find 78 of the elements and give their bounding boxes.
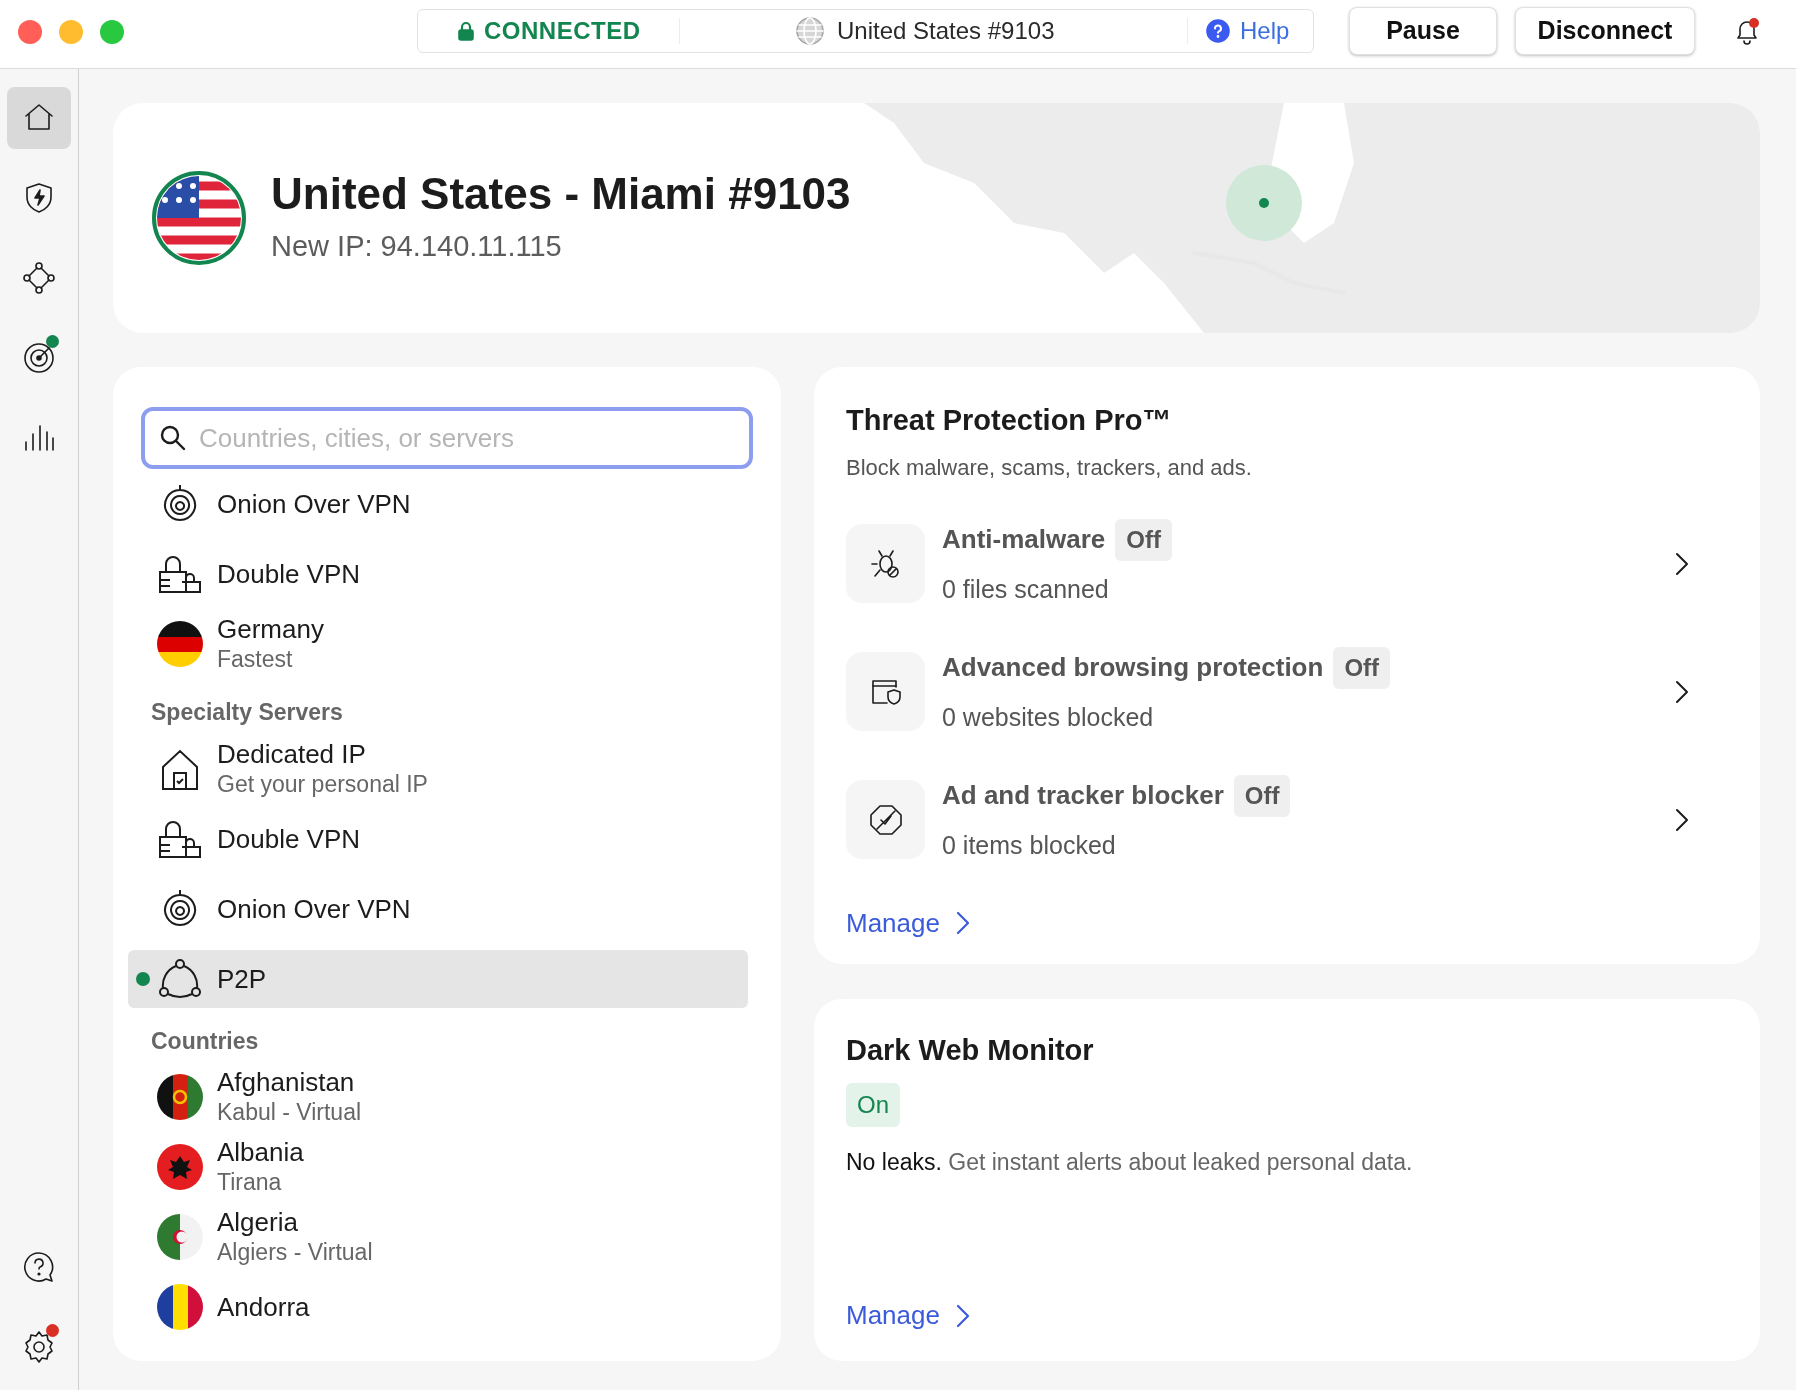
home-nav-button[interactable] — [7, 87, 71, 149]
card-title: Dark Web Monitor — [846, 1033, 1095, 1068]
chevron-right-icon — [955, 1303, 970, 1328]
server-list-item[interactable]: Onion Over VPN — [128, 873, 766, 944]
server-name: Onion Over VPN — [217, 893, 411, 924]
server-name: Andorra — [217, 1292, 310, 1322]
ip-address: New IP: 94.140.11.115 — [271, 229, 563, 265]
section-header: Countries — [150, 1026, 260, 1056]
feature-name: Advanced browsing protection — [942, 651, 1324, 685]
server-list-item[interactable]: Algeria Algiers - Virtual — [128, 1202, 766, 1272]
server-list-item[interactable]: P2P — [128, 949, 748, 1008]
server-name: Double VPN — [217, 823, 361, 854]
status-badge: Off — [1333, 646, 1391, 689]
albania-flag-icon — [157, 1144, 203, 1190]
search-icon — [159, 424, 187, 452]
server-detail: Algiers - Virtual — [217, 1238, 373, 1267]
server-title: United States - Miami #9103 — [271, 168, 851, 221]
germany-flag-icon — [157, 621, 203, 667]
status-badge: Off — [1115, 518, 1172, 561]
server-detail: Tirana — [217, 1168, 283, 1197]
feature-row[interactable]: Anti-malware Off 0 files scanned — [846, 499, 1728, 628]
server-name: Germany — [217, 614, 324, 644]
peer-nodes-icon — [158, 957, 202, 1000]
feature-detail: 0 websites blocked — [942, 701, 1155, 733]
server-name: Afghanistan — [217, 1067, 356, 1097]
andorra-flag-icon — [157, 1284, 203, 1330]
card-subtitle: Block malware, scams, trackers, and ads. — [846, 453, 1253, 482]
status-badge: Off — [1233, 774, 1291, 817]
server-list-item[interactable]: Albania Tirana — [128, 1132, 766, 1202]
server-name: Double VPN — [217, 559, 361, 589]
server-name: United States #9103 — [837, 16, 1055, 46]
feature-row[interactable]: Advanced browsing protection Off 0 websites blocked — [846, 627, 1728, 756]
server-list-item[interactable]: Dedicated IP Get your personal IP — [128, 733, 766, 804]
server-name: Algeria — [217, 1207, 299, 1237]
server-name: Dedicated IP — [217, 738, 367, 769]
padlocks-icon — [158, 554, 202, 594]
chevron-right-icon — [955, 911, 970, 935]
globe-icon — [795, 16, 825, 46]
server-list-item[interactable]: Double VPN — [128, 803, 766, 874]
feature-name: Anti-malware — [942, 523, 1106, 557]
close-button[interactable] — [18, 20, 42, 44]
server-name: P2P — [217, 963, 267, 994]
server-list-item[interactable]: Double VPN — [128, 539, 766, 609]
disconnect-button[interactable]: Disconnect — [1515, 7, 1695, 55]
server-list-item[interactable]: Andorra — [128, 1272, 766, 1342]
target-icon — [21, 340, 57, 376]
pause-button[interactable]: Pause — [1349, 7, 1497, 55]
server-name: Onion Over VPN — [217, 489, 411, 519]
help-icon — [1206, 19, 1230, 43]
lock-icon — [458, 21, 474, 41]
monitor-description: No leaks. Get instant alerts about leaked personal data. — [846, 1147, 1414, 1177]
search-field[interactable]: Countries, cities, or servers — [141, 407, 753, 469]
chevron-right-icon — [1674, 550, 1690, 577]
server-detail: Fastest — [217, 645, 294, 674]
algeria-flag-icon — [157, 1214, 203, 1260]
feature-name: Ad and tracker blocker — [942, 779, 1224, 813]
padlocks-icon — [158, 818, 202, 859]
chevron-right-icon — [1674, 678, 1690, 705]
server-detail: Kabul - Virtual — [217, 1098, 362, 1127]
server-list-item[interactable]: Germany Fastest — [128, 609, 766, 679]
connection-status: CONNECTED — [484, 16, 641, 46]
manage-link[interactable]: Manage — [846, 1296, 970, 1335]
status-badge: On — [846, 1082, 900, 1127]
section-header: Specialty Servers — [150, 698, 344, 727]
feature-detail: 0 items blocked — [942, 829, 1117, 861]
feature-detail: 0 files scanned — [942, 573, 1110, 605]
server-list-item[interactable]: Onion Over VPN — [128, 469, 766, 539]
chevron-right-icon — [1674, 806, 1690, 833]
network-nodes-icon — [21, 260, 57, 296]
help-link[interactable]: Help — [1188, 13, 1290, 49]
us-flag-icon — [151, 170, 247, 266]
server-list-item[interactable]: Afghanistan Kabul - Virtual — [128, 1062, 766, 1132]
server-name: Albania — [217, 1137, 304, 1167]
afghanistan-flag-icon — [157, 1074, 203, 1120]
server-detail: Get your personal IP — [217, 769, 428, 799]
manage-link[interactable]: Manage — [846, 903, 970, 943]
card-title: Threat Protection Pro™ — [846, 403, 1173, 438]
feature-row[interactable]: Ad and tracker blocker Off 0 items blocked — [846, 755, 1728, 884]
